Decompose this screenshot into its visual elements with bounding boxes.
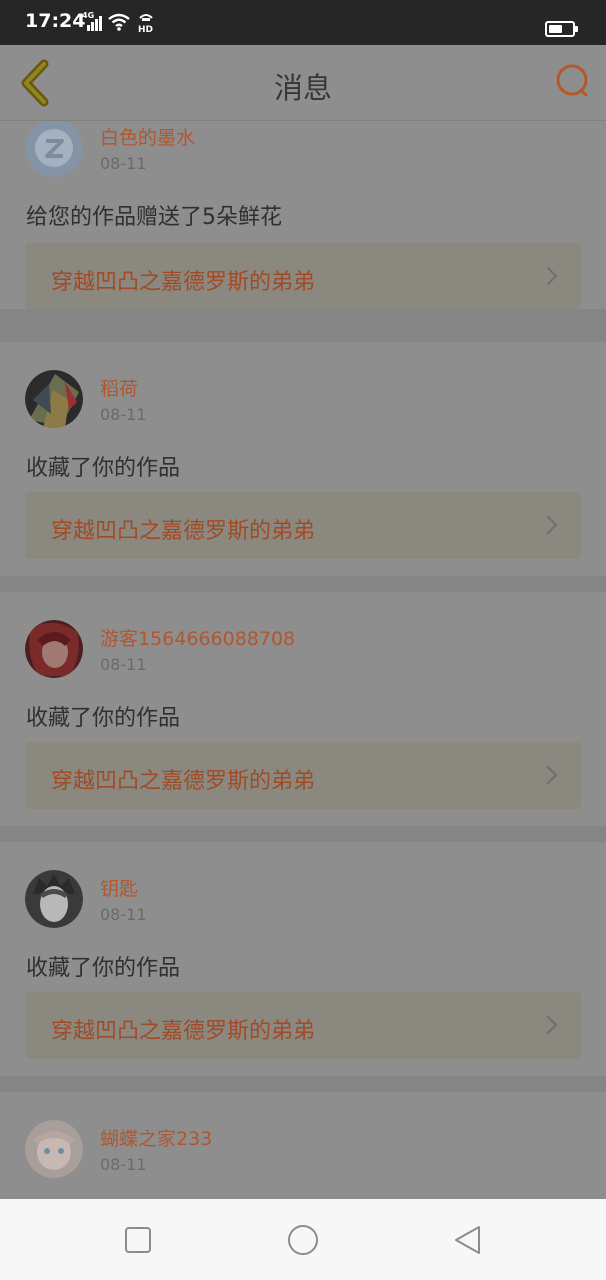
message-card: 稻荷 08-11 收藏了你的作品 穿越凹凸之嘉德罗斯的弟弟 — [0, 342, 606, 576]
hd-icon: HD — [138, 14, 153, 33]
username[interactable]: 蝴蝶之家233 — [100, 1124, 212, 1151]
message-card: 蝴蝶之家233 08-11 — [0, 1092, 606, 1199]
message-action: 收藏了你的作品 — [26, 706, 181, 731]
work-title: 穿越凹凸之嘉德罗斯的弟弟 — [51, 769, 316, 794]
system-nav-bar — [0, 1199, 606, 1280]
status-time: 17:24 — [25, 10, 86, 32]
work-title: 穿越凹凸之嘉德罗斯的弟弟 — [51, 270, 316, 295]
chevron-right-icon — [546, 765, 558, 785]
app-header: 消息 — [0, 45, 606, 121]
message-card: 游客1564666088708 08-11 收藏了你的作品 穿越凹凸之嘉德罗斯的… — [0, 592, 606, 826]
avatar[interactable] — [25, 370, 83, 428]
chevron-right-icon — [546, 266, 558, 286]
wifi-icon — [108, 13, 130, 31]
avatar[interactable] — [25, 870, 83, 928]
status-icons: 4G HD — [82, 10, 156, 34]
square-recent-apps-icon[interactable] — [121, 1223, 155, 1257]
username[interactable]: 游客1564666088708 — [100, 624, 295, 651]
search-button[interactable] — [552, 63, 592, 103]
message-date: 08-11 — [100, 405, 147, 424]
search-icon — [556, 64, 588, 97]
work-link[interactable]: 穿越凹凸之嘉德罗斯的弟弟 — [25, 243, 581, 310]
work-title: 穿越凹凸之嘉德罗斯的弟弟 — [51, 519, 316, 544]
username[interactable]: 白色的墨水 — [100, 123, 195, 150]
username[interactable]: 钥匙 — [100, 874, 138, 901]
message-date: 08-11 — [100, 1155, 147, 1174]
network-type-label: 4G — [82, 11, 95, 20]
username[interactable]: 稻荷 — [100, 374, 138, 401]
work-link[interactable]: 穿越凹凸之嘉德罗斯的弟弟 — [25, 492, 581, 559]
work-link[interactable]: 穿越凹凸之嘉德罗斯的弟弟 — [25, 742, 581, 809]
avatar[interactable] — [25, 1120, 83, 1178]
page-title: 消息 — [273, 71, 332, 105]
triangle-back-icon[interactable] — [451, 1223, 485, 1257]
message-card: 白色的墨水 08-11 给您的作品赠送了5朵鲜花 穿越凹凸之嘉德罗斯的弟弟 — [0, 121, 606, 310]
battery-icon — [545, 21, 578, 37]
message-card: 钥匙 08-11 收藏了你的作品 穿越凹凸之嘉德罗斯的弟弟 — [0, 842, 606, 1076]
svg-text:HD: HD — [138, 25, 153, 33]
circle-home-icon[interactable] — [286, 1223, 320, 1257]
message-action: 收藏了你的作品 — [26, 456, 181, 481]
message-date: 08-11 — [100, 154, 147, 173]
message-action: 给您的作品赠送了5朵鲜花 — [26, 205, 282, 230]
message-list: 白色的墨水 08-11 给您的作品赠送了5朵鲜花 穿越凹凸之嘉德罗斯的弟弟 稻荷… — [0, 121, 606, 1199]
message-date: 08-11 — [100, 655, 147, 674]
status-bar: 17:24 4G HD — [0, 0, 606, 45]
work-link[interactable]: 穿越凹凸之嘉德罗斯的弟弟 — [25, 992, 581, 1059]
chevron-right-icon — [546, 1015, 558, 1035]
chevron-right-icon — [546, 515, 558, 535]
work-title: 穿越凹凸之嘉德罗斯的弟弟 — [51, 1019, 316, 1044]
signal-icon: 4G — [82, 11, 102, 31]
message-action: 收藏了你的作品 — [26, 956, 181, 981]
avatar[interactable] — [25, 121, 83, 177]
avatar[interactable] — [25, 620, 83, 678]
message-date: 08-11 — [100, 905, 147, 924]
